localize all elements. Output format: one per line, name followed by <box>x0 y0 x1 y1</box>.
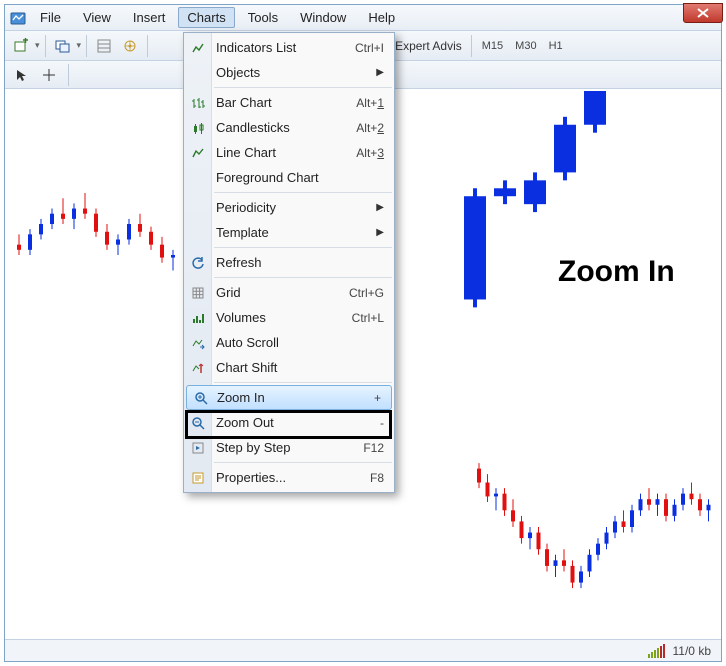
menu-item-candlesticks[interactable]: Candlesticks Alt+2 <box>184 115 394 140</box>
refresh-icon <box>189 254 207 272</box>
menu-item-shortcut: F12 <box>363 441 384 455</box>
close-icon <box>697 8 709 18</box>
volumes-icon <box>189 309 207 327</box>
menu-item-label: Objects <box>216 65 260 80</box>
window-close-button[interactable] <box>683 3 723 23</box>
blank-icon <box>189 224 207 242</box>
menu-item-shortcut: Alt+2 <box>356 121 384 135</box>
menu-item-shortcut: - <box>380 416 384 430</box>
profiles-button[interactable] <box>51 34 75 58</box>
expert-advisors-label[interactable]: Expert Advis <box>391 39 466 53</box>
menu-item-label: Volumes <box>216 310 266 325</box>
indicators-icon <box>189 39 207 57</box>
submenu-arrow-icon: ▶ <box>376 67 384 78</box>
blank-icon <box>189 199 207 217</box>
blank-icon <box>189 169 207 187</box>
menu-item-shortcut: Alt+1 <box>356 96 384 110</box>
market-watch-icon <box>97 39 111 53</box>
menu-insert[interactable]: Insert <box>124 7 175 28</box>
menu-item-shortcut: F8 <box>370 471 384 485</box>
menu-item-label: Zoom Out <box>216 415 274 430</box>
menu-item-properties[interactable]: Properties... F8 <box>184 465 394 490</box>
market-watch-button[interactable] <box>92 34 116 58</box>
menu-item-label: Chart Shift <box>216 360 277 375</box>
menu-item-label: Bar Chart <box>216 95 272 110</box>
app-icon <box>9 9 27 27</box>
menu-item-auto-scroll[interactable]: Auto Scroll <box>184 330 394 355</box>
menu-file[interactable]: File <box>31 7 70 28</box>
timeframe-h1[interactable]: H1 <box>544 38 568 54</box>
autoscroll-icon <box>189 334 207 352</box>
menu-item-periodicity[interactable]: Periodicity ▶ <box>184 195 394 220</box>
timeframe-m30[interactable]: M30 <box>510 38 541 54</box>
profiles-icon <box>55 38 71 54</box>
new-chart-button[interactable] <box>9 34 33 58</box>
zoom-out-icon <box>189 414 207 432</box>
menu-item-shortcut: Ctrl+G <box>349 286 384 300</box>
menu-tools[interactable]: Tools <box>239 7 287 28</box>
menu-item-zoom-out[interactable]: Zoom Out - <box>184 410 394 435</box>
navigator-button[interactable] <box>118 34 142 58</box>
menu-item-grid[interactable]: Grid Ctrl+G <box>184 280 394 305</box>
menu-item-bar-chart[interactable]: Bar Chart Alt+1 <box>184 90 394 115</box>
menu-item-label: Grid <box>216 285 241 300</box>
menu-item-label: Candlesticks <box>216 120 290 135</box>
menu-view[interactable]: View <box>74 7 120 28</box>
menu-help[interactable]: Help <box>359 7 404 28</box>
menu-item-label: Refresh <box>216 255 262 270</box>
chartshift-icon <box>189 359 207 377</box>
app-window: File View Insert Charts Tools Window Hel… <box>4 4 722 662</box>
menu-item-zoom-in[interactable]: Zoom In + <box>186 385 392 410</box>
cursor-button[interactable] <box>9 63 33 87</box>
menu-item-label: Line Chart <box>216 145 276 160</box>
menu-charts[interactable]: Charts <box>178 7 234 28</box>
menu-item-shortcut: Ctrl+L <box>352 311 384 325</box>
blank-icon <box>189 64 207 82</box>
status-kb-text: 11/0 kb <box>673 644 711 658</box>
menu-item-indicators-list[interactable]: Indicators List Ctrl+I <box>184 35 394 60</box>
menu-item-label: Auto Scroll <box>216 335 279 350</box>
plus-chart-icon <box>13 38 29 54</box>
candlestick-icon <box>189 119 207 137</box>
menu-item-label: Indicators List <box>216 40 296 55</box>
menu-item-label: Step by Step <box>216 440 290 455</box>
menu-item-label: Foreground Chart <box>216 170 319 185</box>
cursor-icon <box>14 68 28 82</box>
navigator-icon <box>123 39 137 53</box>
charts-dropdown: Indicators List Ctrl+I Objects ▶ Bar Chart Al… <box>183 32 395 493</box>
status-bar: 11/0 kb <box>5 639 721 661</box>
menu-item-refresh[interactable]: Refresh <box>184 250 394 275</box>
zoom-in-icon <box>192 389 210 407</box>
connection-bars-icon <box>648 644 665 658</box>
menu-item-label: Properties... <box>216 470 286 485</box>
line-chart-icon <box>189 144 207 162</box>
menu-item-step-by-step[interactable]: Step by Step F12 <box>184 435 394 460</box>
menu-item-template[interactable]: Template ▶ <box>184 220 394 245</box>
menu-item-shortcut: Ctrl+I <box>355 41 384 55</box>
menu-item-shortcut: Alt+3 <box>356 146 384 160</box>
grid-icon <box>189 284 207 302</box>
menu-item-objects[interactable]: Objects ▶ <box>184 60 394 85</box>
zoom-in-annotation: Zoom In <box>558 255 675 289</box>
bar-chart-icon <box>189 94 207 112</box>
menu-item-label: Periodicity <box>216 200 276 215</box>
timeframe-m15[interactable]: M15 <box>477 38 508 54</box>
properties-icon <box>189 469 207 487</box>
submenu-arrow-icon: ▶ <box>376 202 384 213</box>
submenu-arrow-icon: ▶ <box>376 227 384 238</box>
menu-window[interactable]: Window <box>291 7 355 28</box>
crosshair-button[interactable] <box>37 63 61 87</box>
menu-item-chart-shift[interactable]: Chart Shift <box>184 355 394 380</box>
menu-item-label: Zoom In <box>217 390 265 405</box>
menu-item-line-chart[interactable]: Line Chart Alt+3 <box>184 140 394 165</box>
crosshair-icon <box>42 68 56 82</box>
menu-item-label: Template <box>216 225 269 240</box>
menu-item-shortcut: + <box>374 391 381 405</box>
menu-item-foreground-chart[interactable]: Foreground Chart <box>184 165 394 190</box>
step-icon <box>189 439 207 457</box>
menu-item-volumes[interactable]: Volumes Ctrl+L <box>184 305 394 330</box>
menubar: File View Insert Charts Tools Window Hel… <box>5 5 721 31</box>
